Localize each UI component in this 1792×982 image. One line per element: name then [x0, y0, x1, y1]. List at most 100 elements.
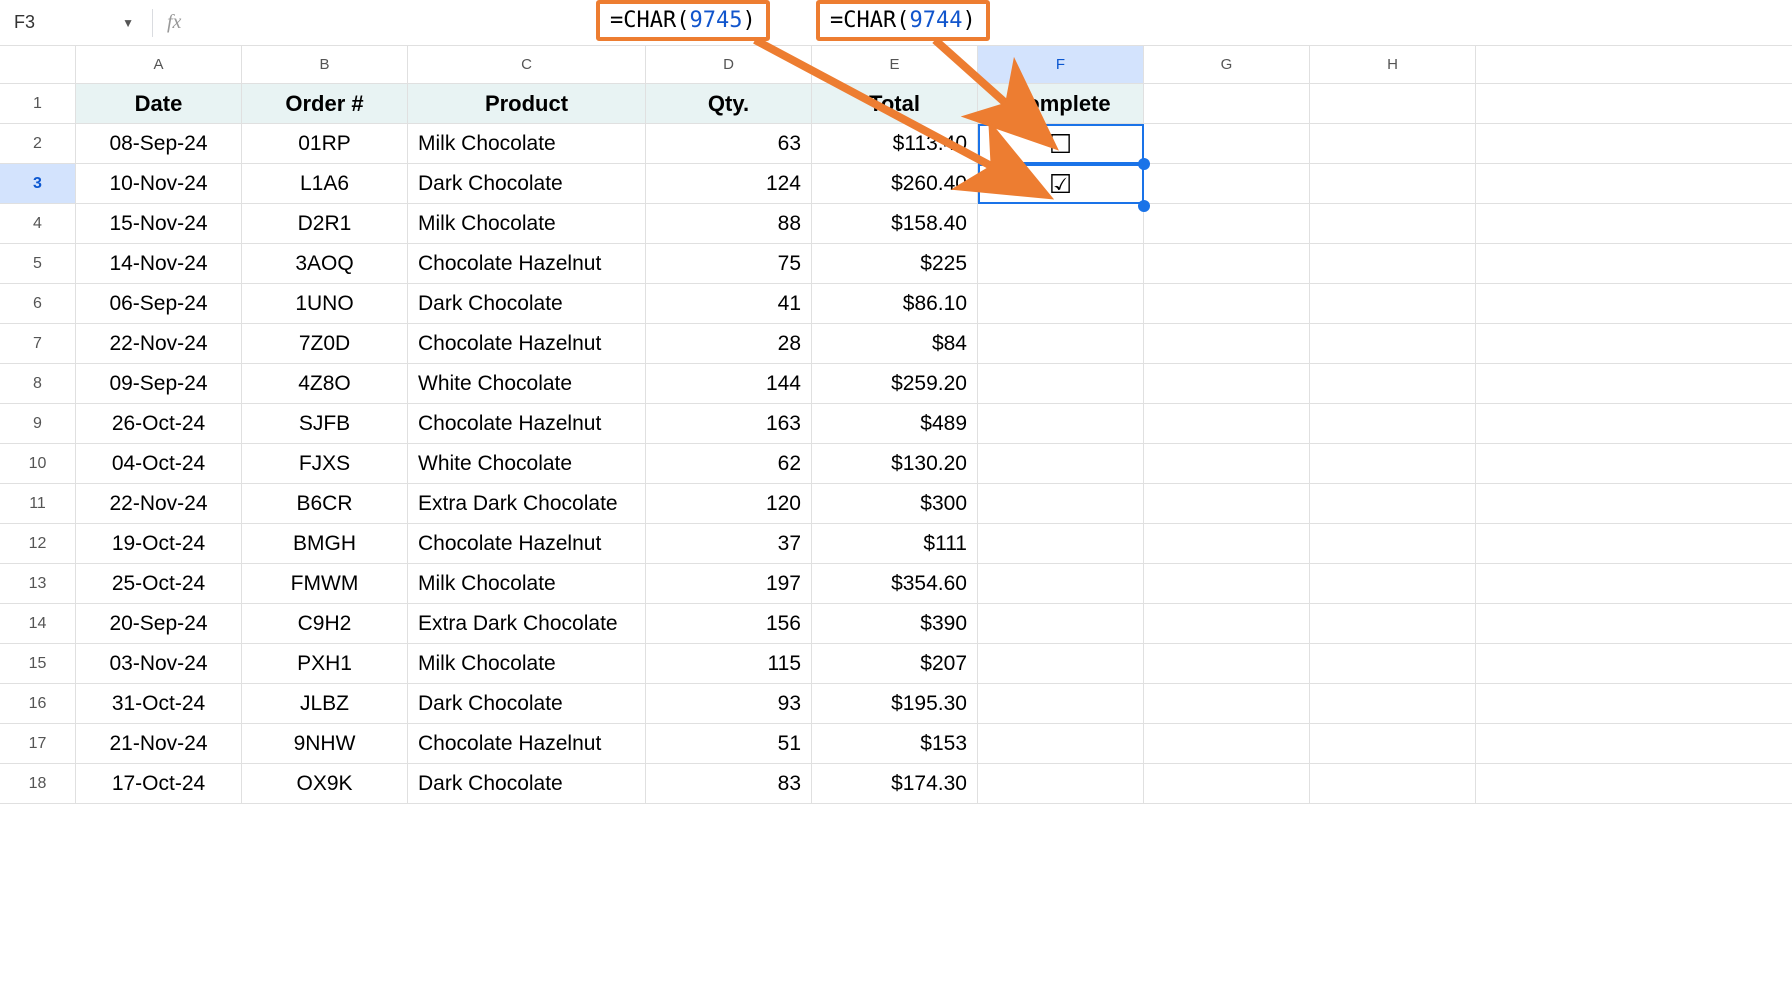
col-header-D[interactable]: D — [646, 46, 812, 83]
cell-product[interactable]: Milk Chocolate — [408, 204, 646, 243]
cell-product[interactable]: Chocolate Hazelnut — [408, 524, 646, 563]
cell-total[interactable]: $153 — [812, 724, 978, 763]
cell-date[interactable]: 31-Oct-24 — [76, 684, 242, 723]
cell-complete[interactable] — [978, 524, 1144, 563]
cell-complete[interactable] — [978, 644, 1144, 683]
cell-product[interactable]: Milk Chocolate — [408, 644, 646, 683]
cell-empty[interactable] — [1144, 444, 1310, 483]
cell-product[interactable]: Chocolate Hazelnut — [408, 324, 646, 363]
header-cell-A[interactable]: Date — [76, 84, 242, 123]
cell-order[interactable]: 7Z0D — [242, 324, 408, 363]
col-header-C[interactable]: C — [408, 46, 646, 83]
cell-date[interactable]: 09-Sep-24 — [76, 364, 242, 403]
cell-product[interactable]: Chocolate Hazelnut — [408, 724, 646, 763]
name-box[interactable]: F3 ▼ — [4, 6, 144, 40]
row-header[interactable]: 2 — [0, 124, 76, 163]
chevron-down-icon[interactable]: ▼ — [122, 16, 134, 30]
cell-empty[interactable] — [1144, 204, 1310, 243]
cell-date[interactable]: 15-Nov-24 — [76, 204, 242, 243]
cell-complete[interactable] — [978, 284, 1144, 323]
row-header[interactable]: 8 — [0, 364, 76, 403]
cell-total[interactable]: $354.60 — [812, 564, 978, 603]
cell-product[interactable]: Extra Dark Chocolate — [408, 484, 646, 523]
cell-date[interactable]: 08-Sep-24 — [76, 124, 242, 163]
cell-complete[interactable] — [978, 444, 1144, 483]
row-header[interactable]: 17 — [0, 724, 76, 763]
row-header[interactable]: 4 — [0, 204, 76, 243]
cell-order[interactable]: FJXS — [242, 444, 408, 483]
cell-total[interactable]: $260.40 — [812, 164, 978, 203]
cell-date[interactable]: 06-Sep-24 — [76, 284, 242, 323]
cell-total[interactable]: $300 — [812, 484, 978, 523]
cell-empty[interactable] — [1144, 684, 1310, 723]
cell-empty[interactable] — [1310, 404, 1476, 443]
cell-total[interactable]: $84 — [812, 324, 978, 363]
header-cell-E[interactable]: Total — [812, 84, 978, 123]
cell-date[interactable]: 21-Nov-24 — [76, 724, 242, 763]
cell-date[interactable]: 03-Nov-24 — [76, 644, 242, 683]
cell-qty[interactable]: 88 — [646, 204, 812, 243]
cell-empty[interactable] — [1144, 604, 1310, 643]
cell-empty[interactable] — [1144, 644, 1310, 683]
cell-product[interactable]: Chocolate Hazelnut — [408, 404, 646, 443]
cell-order[interactable]: C9H2 — [242, 604, 408, 643]
cell-complete[interactable] — [978, 764, 1144, 803]
select-all-corner[interactable] — [0, 46, 76, 83]
header-cell-H[interactable] — [1310, 84, 1476, 123]
cell-complete[interactable] — [978, 484, 1144, 523]
cell-total[interactable]: $195.30 — [812, 684, 978, 723]
cell-total[interactable]: $489 — [812, 404, 978, 443]
cell-empty[interactable] — [1310, 124, 1476, 163]
cell-total[interactable]: $390 — [812, 604, 978, 643]
cell-qty[interactable]: 62 — [646, 444, 812, 483]
cell-date[interactable]: 26-Oct-24 — [76, 404, 242, 443]
cell-empty[interactable] — [1310, 244, 1476, 283]
cell-product[interactable]: Chocolate Hazelnut — [408, 244, 646, 283]
cell-date[interactable]: 17-Oct-24 — [76, 764, 242, 803]
cell-product[interactable]: Milk Chocolate — [408, 564, 646, 603]
cell-qty[interactable]: 197 — [646, 564, 812, 603]
cell-qty[interactable]: 63 — [646, 124, 812, 163]
header-cell-C[interactable]: Product — [408, 84, 646, 123]
row-header[interactable]: 15 — [0, 644, 76, 683]
cell-empty[interactable] — [1310, 364, 1476, 403]
cell-empty[interactable] — [1144, 724, 1310, 763]
row-header[interactable]: 3 — [0, 164, 76, 203]
row-header[interactable]: 12 — [0, 524, 76, 563]
cell-empty[interactable] — [1144, 324, 1310, 363]
row-header[interactable]: 11 — [0, 484, 76, 523]
cell-empty[interactable] — [1144, 564, 1310, 603]
cell-order[interactable]: L1A6 — [242, 164, 408, 203]
cell-qty[interactable]: 41 — [646, 284, 812, 323]
cell-total[interactable]: $174.30 — [812, 764, 978, 803]
cell-qty[interactable]: 51 — [646, 724, 812, 763]
row-header[interactable]: 5 — [0, 244, 76, 283]
cell-empty[interactable] — [1144, 124, 1310, 163]
cell-qty[interactable]: 163 — [646, 404, 812, 443]
header-cell-B[interactable]: Order # — [242, 84, 408, 123]
cell-date[interactable]: 19-Oct-24 — [76, 524, 242, 563]
cell-product[interactable]: White Chocolate — [408, 364, 646, 403]
cell-complete[interactable] — [978, 404, 1144, 443]
cell-date[interactable]: 22-Nov-24 — [76, 324, 242, 363]
cell-product[interactable]: Dark Chocolate — [408, 684, 646, 723]
cell-complete[interactable]: ☐ — [978, 124, 1144, 163]
cell-complete[interactable] — [978, 604, 1144, 643]
header-cell-D[interactable]: Qty. — [646, 84, 812, 123]
cell-product[interactable]: Extra Dark Chocolate — [408, 604, 646, 643]
cell-qty[interactable]: 124 — [646, 164, 812, 203]
cell-order[interactable]: B6CR — [242, 484, 408, 523]
cell-product[interactable]: White Chocolate — [408, 444, 646, 483]
col-header-B[interactable]: B — [242, 46, 408, 83]
cell-empty[interactable] — [1310, 564, 1476, 603]
cell-total[interactable]: $130.20 — [812, 444, 978, 483]
cell-order[interactable]: BMGH — [242, 524, 408, 563]
cell-total[interactable]: $225 — [812, 244, 978, 283]
cell-empty[interactable] — [1310, 684, 1476, 723]
cell-empty[interactable] — [1310, 644, 1476, 683]
cell-empty[interactable] — [1144, 524, 1310, 563]
row-header[interactable]: 14 — [0, 604, 76, 643]
cell-empty[interactable] — [1310, 724, 1476, 763]
cell-complete[interactable] — [978, 364, 1144, 403]
col-header-G[interactable]: G — [1144, 46, 1310, 83]
